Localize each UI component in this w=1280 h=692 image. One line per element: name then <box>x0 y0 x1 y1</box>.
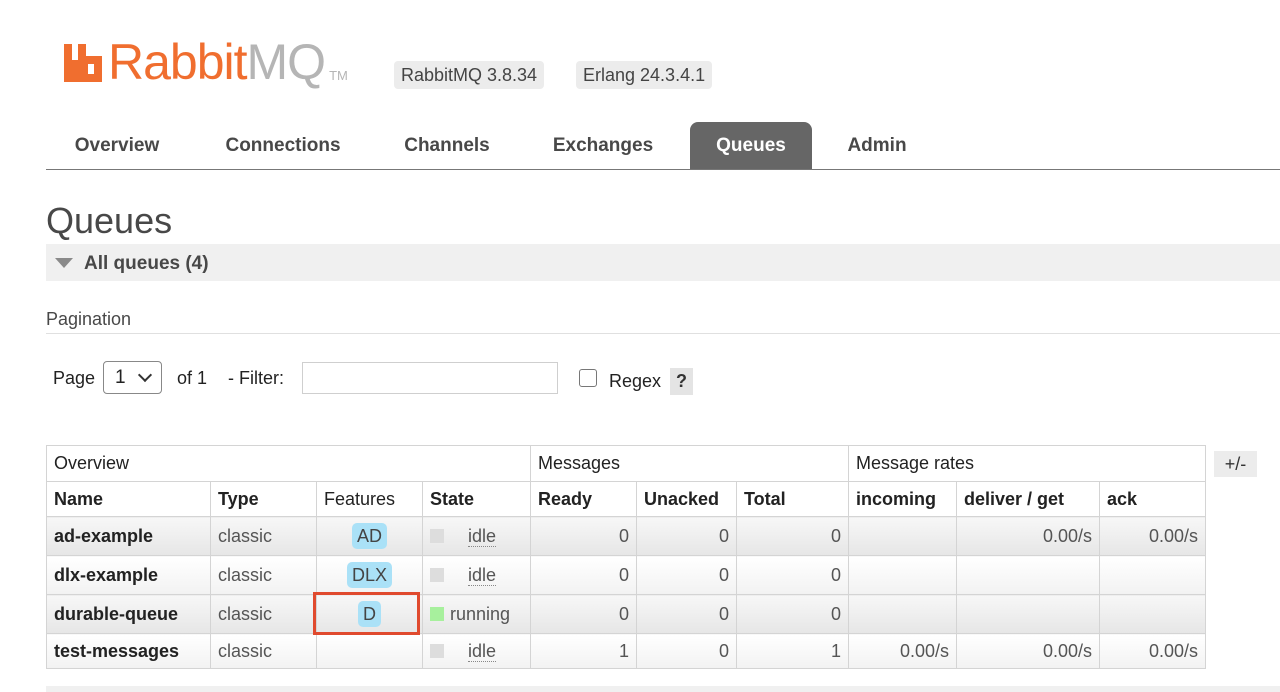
tab-queues[interactable]: Queues <box>690 122 812 169</box>
ack-rate <box>1099 555 1206 595</box>
page-label: Page <box>53 368 96 388</box>
group-header-messages: Messages <box>530 445 849 482</box>
rabbitmq-logo[interactable]: Rabbit MQ TM <box>62 34 348 90</box>
column-header-state[interactable]: State <box>422 481 531 517</box>
queue-name-link[interactable]: test-messages <box>46 633 211 669</box>
total-count: 0 <box>736 555 849 595</box>
section-title: All queues (4) <box>84 253 209 274</box>
column-header-features: Features <box>316 481 423 517</box>
incoming-rate <box>848 555 957 595</box>
queue-type: classic <box>210 516 317 556</box>
feature-badge[interactable]: AD <box>351 523 387 549</box>
pagination-label: Pagination <box>46 309 132 329</box>
unacked-count: 0 <box>636 594 737 634</box>
tab-exchanges[interactable]: Exchanges <box>530 122 676 169</box>
queue-type: classic <box>210 555 317 595</box>
triangle-down-icon <box>55 258 73 268</box>
group-header-message-rates: Message rates <box>848 445 1206 482</box>
total-count: 0 <box>736 516 849 556</box>
table-row: dlx-example classic DLX idle 0 0 0 <box>46 555 1206 595</box>
tab-connections[interactable]: Connections <box>202 122 364 169</box>
regex-help-button[interactable]: ? <box>670 368 693 395</box>
page-select[interactable]: 1 <box>103 361 162 394</box>
regex-label: Regex <box>609 371 662 391</box>
table-row: test-messages classic idle 1 0 1 0.00/s … <box>46 633 1206 669</box>
logo-text-mq: MQ <box>246 34 327 90</box>
queue-state[interactable]: idle <box>468 565 497 586</box>
queues-table: Overview Messages Message rates Name Typ… <box>46 445 1206 669</box>
queue-name-link[interactable]: dlx-example <box>46 555 211 595</box>
ack-rate <box>1099 594 1206 634</box>
filter-input[interactable] <box>302 362 558 394</box>
page-select-value: 1 <box>115 367 126 388</box>
deliver-get-rate: 0.00/s <box>956 516 1100 556</box>
ready-count: 0 <box>530 555 637 595</box>
total-count: 1 <box>736 633 849 669</box>
tab-channels[interactable]: Channels <box>382 122 512 169</box>
column-header-name[interactable]: Name <box>46 481 211 517</box>
unacked-count: 0 <box>636 633 737 669</box>
state-indicator-icon <box>430 567 444 582</box>
deliver-get-rate <box>956 594 1100 634</box>
chevron-down-icon <box>137 367 153 383</box>
table-row: ad-example classic AD idle 0 0 0 0.00/s … <box>46 516 1206 556</box>
incoming-rate <box>848 594 957 634</box>
feature-badge[interactable]: DLX <box>346 562 392 588</box>
group-header-overview: Overview <box>46 445 531 482</box>
erlang-version-badge: Erlang 24.3.4.1 <box>576 61 713 89</box>
next-section-bar <box>46 686 1280 692</box>
queue-state[interactable]: idle <box>468 641 497 662</box>
column-toggle-button[interactable]: +/- <box>1214 451 1257 477</box>
ready-count: 0 <box>530 594 637 634</box>
rabbit-logo-icon <box>64 44 102 82</box>
column-header-unacked[interactable]: Unacked <box>636 481 737 517</box>
state-indicator-icon <box>430 528 444 543</box>
filter-label: - Filter: <box>228 368 284 388</box>
column-header-total[interactable]: Total <box>736 481 849 517</box>
rabbitmq-version-badge: RabbitMQ 3.8.34 <box>394 61 545 89</box>
queue-state: running <box>450 603 511 624</box>
main-nav-tabs: Overview Connections Channels Exchanges … <box>46 122 1280 170</box>
ack-rate: 0.00/s <box>1099 516 1206 556</box>
regex-checkbox[interactable] <box>579 369 597 387</box>
column-header-deliver-get[interactable]: deliver / get <box>956 481 1100 517</box>
queue-name-link[interactable]: ad-example <box>46 516 211 556</box>
logo-text-rabbit: Rabbit <box>108 34 248 90</box>
pagination-divider <box>46 333 1280 334</box>
state-indicator-icon <box>430 606 444 621</box>
unacked-count: 0 <box>636 516 737 556</box>
ready-count: 0 <box>530 516 637 556</box>
page-count-label: of 1 <box>177 368 208 388</box>
feature-badge[interactable]: D <box>358 601 381 627</box>
state-indicator-icon <box>430 643 444 658</box>
feature-cell-empty <box>316 633 423 669</box>
logo-trademark: TM <box>329 68 348 83</box>
ready-count: 1 <box>530 633 637 669</box>
deliver-get-rate <box>956 555 1100 595</box>
deliver-get-rate: 0.00/s <box>956 633 1100 669</box>
tab-admin[interactable]: Admin <box>832 122 922 169</box>
queue-type: classic <box>210 633 317 669</box>
total-count: 0 <box>736 594 849 634</box>
queue-type: classic <box>210 594 317 634</box>
column-header-incoming[interactable]: incoming <box>848 481 957 517</box>
tab-overview[interactable]: Overview <box>46 122 188 169</box>
column-header-ready[interactable]: Ready <box>530 481 637 517</box>
all-queues-section-toggle[interactable]: All queues (4) <box>46 244 1280 281</box>
column-header-ack[interactable]: ack <box>1099 481 1206 517</box>
table-row: durable-queue classic D running 0 0 0 <box>46 594 1206 634</box>
incoming-rate: 0.00/s <box>848 633 957 669</box>
unacked-count: 0 <box>636 555 737 595</box>
queue-name-link[interactable]: durable-queue <box>46 594 211 634</box>
column-header-type[interactable]: Type <box>210 481 317 517</box>
page-title: Queues <box>46 200 173 241</box>
incoming-rate <box>848 516 957 556</box>
ack-rate: 0.00/s <box>1099 633 1206 669</box>
queue-state[interactable]: idle <box>468 526 497 547</box>
